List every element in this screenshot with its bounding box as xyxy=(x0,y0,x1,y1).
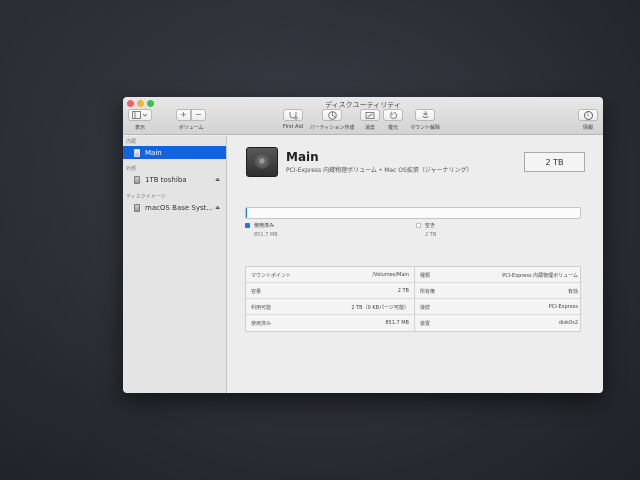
internal-disk-icon xyxy=(134,148,140,157)
sidebar-item-1tb-toshiba[interactable]: 1TB toshiba ⏏ xyxy=(123,173,226,186)
sidebar-item-label: Main xyxy=(145,148,162,157)
volume-group: + − ボリューム xyxy=(176,109,206,133)
stethoscope-icon xyxy=(289,111,298,120)
partition-button[interactable] xyxy=(322,109,342,121)
free-label: 空き xyxy=(425,223,436,229)
sidebar-item-macos-base-system[interactable]: macOS Base Syst... ⏏ xyxy=(123,201,226,214)
info-row-connection: 接続 PCI-Express xyxy=(415,299,582,315)
unmount-group: マウント解除 xyxy=(410,109,440,133)
firstaid-group: First Aid xyxy=(283,109,303,133)
eject-icon[interactable]: ⏏ xyxy=(215,205,220,211)
eject-icon[interactable]: ⏏ xyxy=(215,177,220,183)
info-label: 情報 xyxy=(582,125,593,131)
free-swatch xyxy=(416,223,421,228)
legend-used: 使用済み 851.7 MB xyxy=(245,222,278,238)
sidebar-header-internal: 内蔵 xyxy=(126,139,137,145)
minus-icon: − xyxy=(195,110,202,119)
volume-name: Main xyxy=(286,150,319,164)
title-bar: ディスクユーティリティ 表示 + − ボリューム First Aid パーティシ… xyxy=(123,97,603,135)
plus-icon: + xyxy=(180,110,187,119)
sidebar-header-disk-images: ディスクイメージ xyxy=(126,194,166,200)
free-value: 2 TB xyxy=(425,232,437,238)
used-swatch xyxy=(245,223,250,228)
info-column-left: マウントポイント /Volumes/Main 容量 2 TB 利用可能 2 TB… xyxy=(246,267,414,331)
info-button[interactable]: i xyxy=(578,109,598,121)
sidebar-item-main[interactable]: Main xyxy=(123,146,226,159)
unmount-icon xyxy=(422,111,428,119)
unmount-label: マウント解除 xyxy=(409,125,440,131)
pie-partition-icon xyxy=(327,110,337,120)
add-volume-button[interactable]: + xyxy=(176,109,191,121)
hard-drive-icon xyxy=(246,147,278,177)
used-value: 851.7 MB xyxy=(254,232,278,238)
first-aid-button[interactable] xyxy=(283,109,303,121)
volume-size-badge: 2 TB xyxy=(524,152,585,172)
partition-group: パーティション作成 xyxy=(310,109,354,133)
sidebar-item-label: 1TB toshiba xyxy=(145,175,187,184)
erase-button[interactable] xyxy=(360,109,380,121)
restore-arrow-icon xyxy=(389,111,397,119)
info-row-type: 種類 PCI-Express 内蔵物理ボリューム xyxy=(415,267,582,283)
usage-bar xyxy=(245,207,581,219)
restore-button[interactable] xyxy=(383,109,403,121)
sidebar-view-icon xyxy=(132,111,148,119)
erase-disk-icon xyxy=(365,111,375,119)
info-table: マウントポイント /Volumes/Main 容量 2 TB 利用可能 2 TB… xyxy=(245,266,582,332)
disk-image-icon xyxy=(134,203,140,212)
sidebar-header-external: 外部 xyxy=(126,166,137,172)
view-button[interactable] xyxy=(128,109,152,121)
unmount-button[interactable] xyxy=(415,109,435,121)
used-label: 使用済み xyxy=(254,223,275,229)
info-row-capacity: 容量 2 TB xyxy=(246,283,413,299)
info-row-owners: 所有権 有効 xyxy=(415,283,582,299)
info-row-mount-point: マウントポイント /Volumes/Main xyxy=(246,267,413,283)
info-row-available: 利用可能 2 TB（0 KBパージ可能） xyxy=(246,299,413,315)
info-icon: i xyxy=(583,110,593,120)
disk-utility-window: ディスクユーティリティ 表示 + − ボリューム First Aid パーティシ… xyxy=(123,97,603,393)
remove-volume-button[interactable]: − xyxy=(191,109,206,121)
legend-free: 空き 2 TB xyxy=(416,222,436,238)
volume-label: ボリューム xyxy=(178,125,204,131)
volume-description: PCI-Express 内蔵物理ボリューム • Mac OS拡張（ジャーナリング… xyxy=(286,167,473,174)
info-group: i 情報 xyxy=(578,109,598,133)
detail-pane: Main PCI-Express 内蔵物理ボリューム • Mac OS拡張（ジャ… xyxy=(228,136,603,393)
external-disk-icon xyxy=(134,175,140,184)
view-group: 表示 xyxy=(128,109,152,133)
sidebar-item-label: macOS Base Syst... xyxy=(145,203,214,212)
info-column-right: 種類 PCI-Express 内蔵物理ボリューム 所有権 有効 接続 PCI-E… xyxy=(414,267,582,331)
info-row-used: 使用済み 851.7 MB xyxy=(251,320,409,327)
sidebar: 内蔵 Main 外部 1TB toshiba ⏏ ディスクイメージ macOS … xyxy=(123,136,227,393)
info-row-device: 装置 disk0s2 xyxy=(420,320,578,327)
